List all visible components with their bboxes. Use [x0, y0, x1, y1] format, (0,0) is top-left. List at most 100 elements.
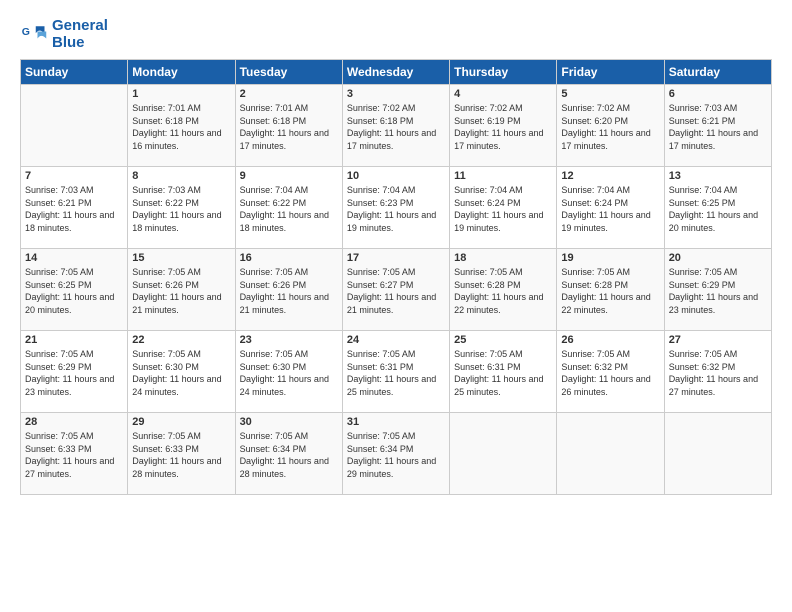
day-number: 6 — [669, 88, 767, 100]
weekday-header-saturday: Saturday — [664, 60, 771, 85]
weekday-header-sunday: Sunday — [21, 60, 128, 85]
calendar-cell: 12Sunrise: 7:04 AMSunset: 6:24 PMDayligh… — [557, 167, 664, 249]
day-info: Sunrise: 7:05 AMSunset: 6:31 PMDaylight:… — [454, 348, 552, 398]
calendar-cell: 22 Sunrise: 7:05 AMSunset: 6:30 PMDayligh… — [128, 331, 235, 413]
weekday-header-monday: Monday — [128, 60, 235, 85]
calendar-cell: 4Sunrise: 7:02 AMSunset: 6:19 PMDaylight… — [450, 85, 557, 167]
day-number: 9 — [240, 170, 338, 182]
calendar-cell: 16Sunrise: 7:05 AMSunset: 6:26 PMDayligh… — [235, 249, 342, 331]
calendar-cell: 29 Sunrise: 7:05 AMSunset: 6:33 PMDayligh… — [128, 413, 235, 495]
day-info: Sunrise: 7:04 AMSunset: 6:22 PMDaylight:… — [240, 184, 338, 234]
week-row-5: 28 Sunrise: 7:05 AMSunset: 6:33 PMDayligh… — [21, 413, 772, 495]
day-info: Sunrise: 7:03 AMSunset: 6:22 PMDaylight:… — [132, 184, 230, 234]
day-info: Sunrise: 7:04 AMSunset: 6:25 PMDaylight:… — [669, 184, 767, 234]
day-number: 17 — [347, 252, 445, 264]
calendar-cell: 14Sunrise: 7:05 AMSunset: 6:25 PMDayligh… — [21, 249, 128, 331]
calendar-cell: 7 Sunrise: 7:03 AMSunset: 6:21 PMDaylight… — [21, 167, 128, 249]
weekday-header-wednesday: Wednesday — [342, 60, 449, 85]
calendar-cell: 20 Sunrise: 7:05 AMSunset: 6:29 PMDayligh… — [664, 249, 771, 331]
day-number: 15 — [132, 252, 230, 264]
day-number: 24 — [347, 334, 445, 346]
day-number: 23 — [240, 334, 338, 346]
day-number: 20 — [669, 252, 767, 264]
calendar-cell: 8 Sunrise: 7:03 AMSunset: 6:22 PMDaylight… — [128, 167, 235, 249]
logo-icon: G — [20, 21, 48, 49]
day-info: Sunrise: 7:04 AMSunset: 6:23 PMDaylight:… — [347, 184, 445, 234]
calendar-cell: 17 Sunrise: 7:05 AMSunset: 6:27 PMDayligh… — [342, 249, 449, 331]
weekday-header-friday: Friday — [557, 60, 664, 85]
week-row-3: 14Sunrise: 7:05 AMSunset: 6:25 PMDayligh… — [21, 249, 772, 331]
day-number: 16 — [240, 252, 338, 264]
day-number: 10 — [347, 170, 445, 182]
day-info: Sunrise: 7:05 AMSunset: 6:34 PMDaylight:… — [240, 430, 338, 480]
day-info: Sunrise: 7:03 AMSunset: 6:21 PMDaylight:… — [669, 102, 767, 152]
day-info: Sunrise: 7:05 AMSunset: 6:34 PMDaylight:… — [347, 430, 445, 480]
week-row-2: 7 Sunrise: 7:03 AMSunset: 6:21 PMDaylight… — [21, 167, 772, 249]
day-number: 1 — [132, 88, 230, 100]
calendar-cell: 5 Sunrise: 7:02 AMSunset: 6:20 PMDaylight… — [557, 85, 664, 167]
day-info: Sunrise: 7:05 AMSunset: 6:30 PMDaylight:… — [240, 348, 338, 398]
calendar-cell: 2 Sunrise: 7:01 AMSunset: 6:18 PMDaylight… — [235, 85, 342, 167]
day-number: 19 — [561, 252, 659, 264]
day-info: Sunrise: 7:05 AMSunset: 6:27 PMDaylight:… — [347, 266, 445, 316]
calendar-cell: 27Sunrise: 7:05 AMSunset: 6:32 PMDayligh… — [664, 331, 771, 413]
calendar-cell: 28Sunrise: 7:05 AMSunset: 6:33 PMDayligh… — [21, 413, 128, 495]
calendar-cell: 19Sunrise: 7:05 AMSunset: 6:28 PMDayligh… — [557, 249, 664, 331]
day-number: 31 — [347, 416, 445, 428]
svg-text:G: G — [22, 26, 30, 38]
calendar-cell: 1 Sunrise: 7:01 AMSunset: 6:18 PMDaylight… — [128, 85, 235, 167]
logo-text: General Blue — [52, 18, 108, 51]
day-number: 13 — [669, 170, 767, 182]
day-info: Sunrise: 7:01 AMSunset: 6:18 PMDaylight:… — [240, 102, 338, 152]
calendar-cell: 10 Sunrise: 7:04 AMSunset: 6:23 PMDayligh… — [342, 167, 449, 249]
logo: G General Blue — [20, 18, 108, 51]
calendar-cell: 15Sunrise: 7:05 AMSunset: 6:26 PMDayligh… — [128, 249, 235, 331]
day-number: 25 — [454, 334, 552, 346]
day-number: 27 — [669, 334, 767, 346]
day-number: 4 — [454, 88, 552, 100]
day-info: Sunrise: 7:01 AMSunset: 6:18 PMDaylight:… — [132, 102, 230, 152]
day-number: 5 — [561, 88, 659, 100]
header: G General Blue — [20, 18, 772, 51]
day-info: Sunrise: 7:05 AMSunset: 6:33 PMDaylight:… — [132, 430, 230, 480]
day-number: 22 — [132, 334, 230, 346]
calendar-cell — [21, 85, 128, 167]
calendar-cell — [557, 413, 664, 495]
day-info: Sunrise: 7:05 AMSunset: 6:30 PMDaylight:… — [132, 348, 230, 398]
day-number: 14 — [25, 252, 123, 264]
day-number: 30 — [240, 416, 338, 428]
day-info: Sunrise: 7:02 AMSunset: 6:18 PMDaylight:… — [347, 102, 445, 152]
calendar-cell: 23 Sunrise: 7:05 AMSunset: 6:30 PMDayligh… — [235, 331, 342, 413]
calendar-cell: 31 Sunrise: 7:05 AMSunset: 6:34 PMDayligh… — [342, 413, 449, 495]
day-info: Sunrise: 7:03 AMSunset: 6:21 PMDaylight:… — [25, 184, 123, 234]
day-number: 29 — [132, 416, 230, 428]
day-number: 2 — [240, 88, 338, 100]
calendar-cell: 30 Sunrise: 7:05 AMSunset: 6:34 PMDayligh… — [235, 413, 342, 495]
day-number: 3 — [347, 88, 445, 100]
calendar-cell — [450, 413, 557, 495]
day-number: 26 — [561, 334, 659, 346]
day-number: 11 — [454, 170, 552, 182]
calendar-cell: 25 Sunrise: 7:05 AMSunset: 6:31 PMDayligh… — [450, 331, 557, 413]
weekday-header-tuesday: Tuesday — [235, 60, 342, 85]
calendar-cell — [664, 413, 771, 495]
week-row-1: 1 Sunrise: 7:01 AMSunset: 6:18 PMDaylight… — [21, 85, 772, 167]
week-row-4: 21Sunrise: 7:05 AMSunset: 6:29 PMDayligh… — [21, 331, 772, 413]
day-info: Sunrise: 7:02 AMSunset: 6:20 PMDaylight:… — [561, 102, 659, 152]
weekday-header-row: SundayMondayTuesdayWednesdayThursdayFrid… — [21, 60, 772, 85]
calendar-cell: 26 Sunrise: 7:05 AMSunset: 6:32 PMDayligh… — [557, 331, 664, 413]
day-info: Sunrise: 7:05 AMSunset: 6:28 PMDaylight:… — [454, 266, 552, 316]
day-number: 7 — [25, 170, 123, 182]
day-number: 8 — [132, 170, 230, 182]
calendar-cell: 6 Sunrise: 7:03 AMSunset: 6:21 PMDaylight… — [664, 85, 771, 167]
day-info: Sunrise: 7:04 AMSunset: 6:24 PMDaylight:… — [454, 184, 552, 234]
day-info: Sunrise: 7:05 AMSunset: 6:31 PMDaylight:… — [347, 348, 445, 398]
day-number: 18 — [454, 252, 552, 264]
day-info: Sunrise: 7:05 AMSunset: 6:32 PMDaylight:… — [561, 348, 659, 398]
calendar-table: SundayMondayTuesdayWednesdayThursdayFrid… — [20, 59, 772, 495]
day-number: 28 — [25, 416, 123, 428]
calendar-cell: 24 Sunrise: 7:05 AMSunset: 6:31 PMDayligh… — [342, 331, 449, 413]
day-info: Sunrise: 7:05 AMSunset: 6:29 PMDaylight:… — [669, 266, 767, 316]
calendar-cell: 11 Sunrise: 7:04 AMSunset: 6:24 PMDayligh… — [450, 167, 557, 249]
weekday-header-thursday: Thursday — [450, 60, 557, 85]
